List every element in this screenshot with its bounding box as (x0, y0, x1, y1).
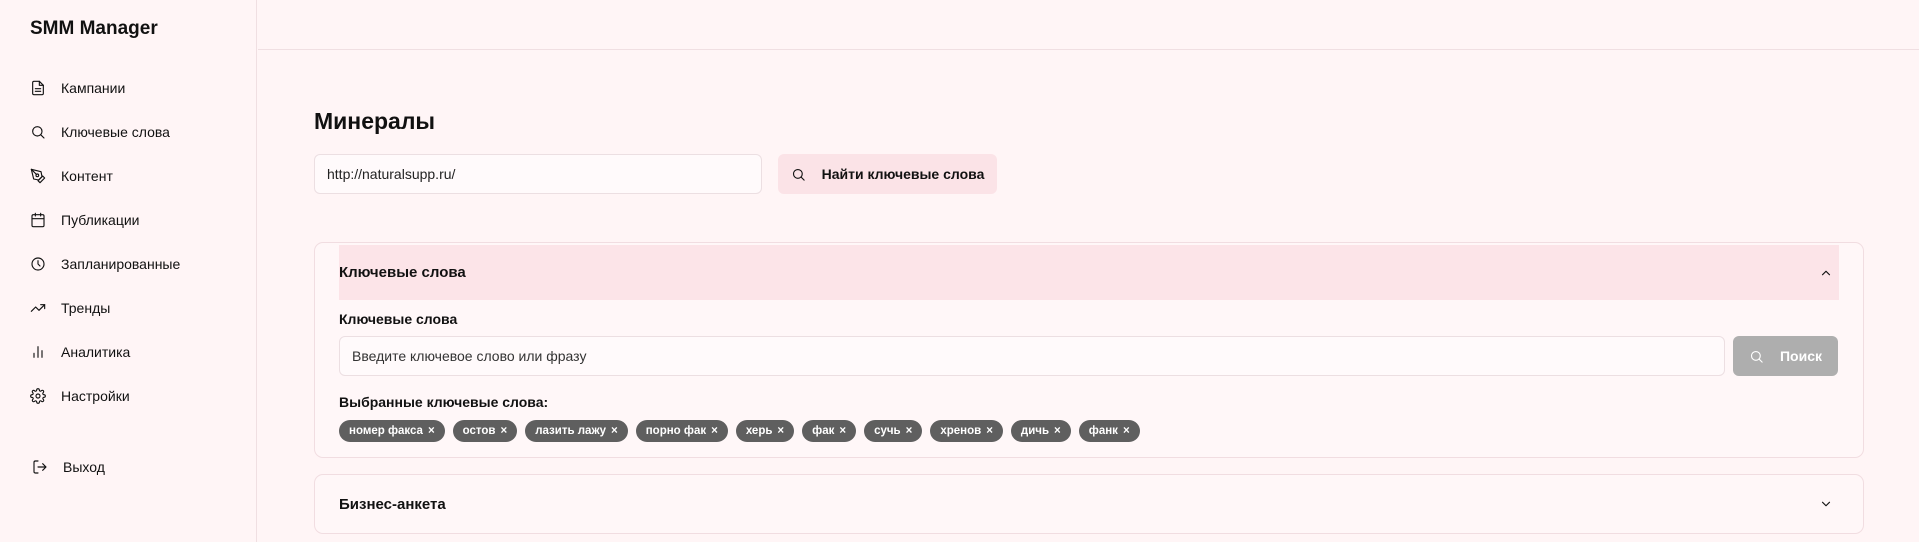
remove-tag-button[interactable]: × (1123, 425, 1130, 437)
pen-tool-icon (30, 168, 46, 184)
sidebar-item-label: Ключевые слова (61, 124, 170, 140)
keyword-tag: херь × (735, 420, 795, 442)
keyword-tag-text: лазить лажу (535, 425, 606, 437)
url-input[interactable] (314, 154, 762, 194)
keyword-tag: остов × (452, 420, 518, 442)
keyword-tag: сучь × (864, 420, 923, 442)
business-panel-header[interactable]: Бизнес-анкета (339, 475, 1839, 533)
remove-tag-button[interactable]: × (986, 425, 993, 437)
sidebar-item-content[interactable]: Контент (30, 164, 113, 188)
search-icon (792, 168, 805, 181)
remove-tag-button[interactable]: × (1054, 425, 1061, 437)
keyword-tag: хренов × (930, 420, 1003, 442)
keyword-tag: дичь × (1010, 420, 1071, 442)
logout-button[interactable]: Выход (32, 455, 105, 479)
sidebar-item-label: Запланированные (61, 256, 181, 272)
sidebar-item-label: Контент (61, 168, 113, 184)
sidebar-item-label: Аналитика (61, 344, 131, 360)
sidebar-item-label: Настройки (61, 388, 130, 404)
remove-tag-button[interactable]: × (501, 425, 508, 437)
search-icon (32, 126, 45, 139)
keyword-tag-text: фанк (1088, 425, 1118, 437)
sidebar-item-label: Кампании (61, 80, 126, 96)
keyword-tag: номер факса × (339, 420, 445, 442)
remove-tag-button[interactable]: × (711, 425, 718, 437)
keyword-tag-text: сучь (874, 425, 901, 437)
remove-tag-button[interactable]: × (611, 425, 618, 437)
sidebar-item-settings[interactable]: Настройки (30, 384, 130, 408)
sidebar: SMM Manager Кампании Ключевые слова Конт… (0, 0, 257, 542)
keyword-tag: порно фак × (635, 420, 728, 442)
sidebar-item-campaigns[interactable]: Кампании (30, 76, 125, 100)
logout-icon (33, 460, 47, 474)
keywords-panel: Ключевые слова Ключевые слова Поиск Выбр… (314, 242, 1864, 458)
bar-chart-icon (33, 346, 43, 358)
remove-tag-button[interactable]: × (777, 425, 784, 437)
keyword-tag-text: дичь (1020, 425, 1050, 437)
sidebar-item-analytics[interactable]: Аналитика (30, 340, 130, 364)
sidebar-item-label: Тренды (61, 300, 111, 316)
top-bar (258, 0, 1919, 50)
logout-label: Выход (63, 459, 105, 475)
keyword-tag: фанк × (1078, 420, 1140, 442)
sidebar-item-trends[interactable]: Тренды (30, 296, 110, 320)
remove-tag-button[interactable]: × (839, 425, 846, 437)
keyword-tag-text: фак (812, 425, 835, 437)
app-title: SMM Manager (30, 18, 158, 39)
sidebar-item-publications[interactable]: Публикации (30, 208, 139, 232)
gear-icon (30, 388, 46, 404)
document-icon (32, 80, 44, 96)
find-keywords-button[interactable]: Найти ключевые слова (778, 154, 997, 194)
keywords-field-label: Ключевые слова (339, 311, 458, 327)
clock-icon (31, 257, 45, 271)
business-panel-title: Бизнес-анкета (339, 495, 446, 513)
remove-tag-button[interactable]: × (906, 425, 913, 437)
sidebar-item-scheduled[interactable]: Запланированные (30, 252, 180, 276)
keywords-panel-header[interactable]: Ключевые слова (339, 245, 1839, 300)
keyword-tag-text: порно фак (645, 425, 707, 437)
keyword-tag: лазить лажу × (525, 420, 628, 442)
trending-up-icon (30, 304, 46, 312)
chevron-down-icon (1821, 501, 1831, 507)
selected-keywords-label: Выбранные ключевые слова: (339, 394, 549, 410)
chevron-up-icon (1821, 270, 1831, 275)
find-keywords-label: Найти ключевые слова (821, 166, 985, 182)
keyword-search-button[interactable]: Поиск (1733, 336, 1838, 376)
keyword-input[interactable] (339, 336, 1725, 376)
keyword-search-label: Поиск (1779, 348, 1822, 364)
page-title: Минералы (314, 108, 436, 134)
selected-keywords-list: номер факса × остов × лазить лажу × порно ф… (339, 420, 1140, 442)
keyword-tag-text: остов (462, 425, 496, 437)
keyword-tag: фак × (802, 420, 857, 442)
remove-tag-button[interactable]: × (428, 425, 435, 437)
sidebar-item-label: Публикации (61, 212, 140, 228)
calendar-icon (31, 212, 45, 228)
keyword-tag-text: херь (745, 425, 773, 437)
keyword-tag-text: хренов (940, 425, 982, 437)
search-icon (1750, 350, 1763, 363)
keyword-tag-text: номер факса (349, 425, 423, 437)
business-panel: Бизнес-анкета (314, 474, 1864, 534)
sidebar-item-keywords[interactable]: Ключевые слова (30, 120, 170, 144)
keywords-panel-title: Ключевые слова (339, 264, 466, 281)
